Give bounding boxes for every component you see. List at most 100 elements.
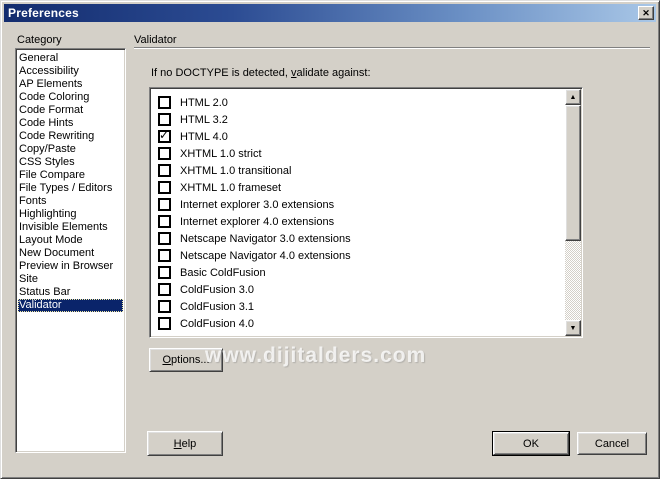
category-item-label: Copy/Paste	[19, 143, 76, 155]
checkbox[interactable]	[158, 232, 171, 245]
checkbox[interactable]	[158, 147, 171, 160]
checklist-item-label: HTML 2.0	[180, 96, 228, 109]
checklist-item-label: XHTML 1.0 frameset	[180, 181, 282, 194]
checkbox[interactable]	[158, 215, 171, 228]
window-title: Preferences	[8, 6, 79, 20]
category-item[interactable]: AP Elements	[18, 78, 123, 91]
checklist-item[interactable]: XHTML 1.0 frameset	[158, 179, 560, 196]
checklist-item-label: XHTML 1.0 strict	[180, 147, 262, 160]
checkbox[interactable]	[158, 337, 171, 338]
checklist-item[interactable]: HTML 2.0	[158, 94, 560, 111]
scroll-down-icon[interactable]: ▼	[565, 320, 581, 336]
checklist-item[interactable]: HTML 4.0	[158, 128, 560, 145]
doctype-label: If no DOCTYPE is detected, validate agai…	[151, 67, 371, 79]
category-item[interactable]: Code Rewriting	[18, 130, 123, 143]
category-item-label: Code Hints	[19, 117, 74, 129]
checkbox[interactable]	[158, 164, 171, 177]
category-item[interactable]: Code Coloring	[18, 91, 123, 104]
checklist-item-label: Netscape Navigator 3.0 extensions	[180, 232, 351, 245]
checklist-item-label: Basic ColdFusion	[180, 266, 266, 279]
panel-title: Validator	[134, 34, 177, 46]
checklist-item[interactable]: Internet explorer 3.0 extensions	[158, 196, 560, 213]
category-item-label: New Document	[19, 247, 95, 259]
checkbox[interactable]	[158, 300, 171, 313]
category-item-label: Site	[19, 273, 38, 285]
checklist-item[interactable]: Netscape Navigator 4.0 extensions	[158, 247, 560, 264]
title-bar[interactable]: Preferences ✕	[4, 4, 656, 22]
category-item[interactable]: Preview in Browser	[18, 260, 123, 273]
vertical-scrollbar[interactable]: ▲ ▼	[565, 89, 581, 336]
checkbox[interactable]	[158, 181, 171, 194]
ok-button[interactable]: OK	[493, 432, 569, 455]
checklist-item-label: HTML 4.0	[180, 130, 228, 143]
category-item[interactable]: Invisible Elements	[18, 221, 123, 234]
category-item[interactable]: File Types / Editors	[18, 182, 123, 195]
category-list: General Accessibility AP Elements Code C…	[15, 48, 126, 453]
checkbox[interactable]	[158, 283, 171, 296]
category-item[interactable]: Status Bar	[18, 286, 123, 299]
category-item-label: Highlighting	[19, 208, 77, 220]
category-item-label: Invisible Elements	[19, 221, 108, 233]
checkbox[interactable]	[158, 113, 171, 126]
category-item-label: Layout Mode	[19, 234, 83, 246]
category-item[interactable]: Code Hints	[18, 117, 123, 130]
category-item-label: Code Coloring	[19, 91, 90, 103]
close-icon[interactable]: ✕	[638, 6, 654, 20]
scrollbar-thumb[interactable]	[565, 105, 581, 241]
checklist-item[interactable]: ColdFusion 4.0	[158, 315, 560, 332]
checklist-item[interactable]: XHTML 1.0 transitional	[158, 162, 560, 179]
category-label: Category	[17, 34, 62, 46]
category-item[interactable]: Site	[18, 273, 123, 286]
category-item[interactable]: Copy/Paste	[18, 143, 123, 156]
category-item-label: Code Format	[19, 104, 84, 116]
category-item[interactable]: File Compare	[18, 169, 123, 182]
category-item[interactable]: Fonts	[18, 195, 123, 208]
checklist-item[interactable]: Netscape Navigator 3.0 extensions	[158, 230, 560, 247]
category-item[interactable]: Layout Mode	[18, 234, 123, 247]
checkbox[interactable]	[158, 249, 171, 262]
preferences-dialog: Preferences ✕ Category General Accessibi…	[0, 0, 660, 479]
category-item[interactable]: General	[18, 52, 123, 65]
category-item[interactable]: Code Format	[18, 104, 123, 117]
category-item[interactable]: Accessibility	[18, 65, 123, 78]
category-item-label: General	[19, 52, 59, 64]
checkbox[interactable]	[158, 96, 171, 109]
checklist-item-label: ColdFusion 3.1	[180, 300, 254, 313]
checklist-item[interactable]: HTML 3.2	[158, 111, 560, 128]
checklist-item[interactable]	[158, 332, 560, 338]
category-item-label: Status Bar	[19, 286, 71, 298]
category-item-label: Accessibility	[19, 65, 79, 77]
checkbox[interactable]	[158, 128, 171, 143]
checklist-item[interactable]: Basic ColdFusion	[158, 264, 560, 281]
options-button[interactable]: Options...	[149, 348, 223, 372]
category-item-label: Code Rewriting	[19, 130, 95, 142]
checkbox[interactable]	[158, 198, 171, 211]
checklist-item[interactable]: Internet explorer 4.0 extensions	[158, 213, 560, 230]
category-item-label: Preview in Browser	[19, 260, 114, 272]
checklist-item-label: Netscape Navigator 4.0 extensions	[180, 249, 351, 262]
checklist-item-label: XHTML 1.0 transitional	[180, 164, 292, 177]
checklist-item[interactable]: ColdFusion 3.1	[158, 298, 560, 315]
category-item[interactable]: Validator	[18, 299, 123, 312]
checkbox[interactable]	[158, 266, 171, 279]
checklist-item[interactable]: ColdFusion 3.0	[158, 281, 560, 298]
separator-line	[134, 47, 650, 49]
help-button[interactable]: Help	[147, 431, 223, 456]
cancel-button[interactable]: Cancel	[577, 432, 647, 455]
category-item[interactable]: New Document	[18, 247, 123, 260]
checklist-item[interactable]: XHTML 1.0 strict	[158, 145, 560, 162]
category-item-label: Fonts	[19, 195, 47, 207]
scroll-up-icon[interactable]: ▲	[565, 89, 581, 105]
checklist-item-label: Internet explorer 3.0 extensions	[180, 198, 335, 211]
category-item-label: AP Elements	[19, 78, 83, 90]
category-item-label: CSS Styles	[19, 156, 75, 168]
checklist-item-label: HTML 3.2	[180, 113, 228, 126]
category-item[interactable]: Highlighting	[18, 208, 123, 221]
checkbox[interactable]	[158, 317, 171, 330]
checklist-item-label: Internet explorer 4.0 extensions	[180, 215, 335, 228]
category-item[interactable]: CSS Styles	[18, 156, 123, 169]
checklist-item-label: ColdFusion 3.0	[180, 283, 254, 296]
watermark-text: www.dijitalders.com	[205, 344, 427, 367]
checklist-item-label: ColdFusion 4.0	[180, 317, 254, 330]
category-item-label: File Compare	[19, 169, 86, 181]
